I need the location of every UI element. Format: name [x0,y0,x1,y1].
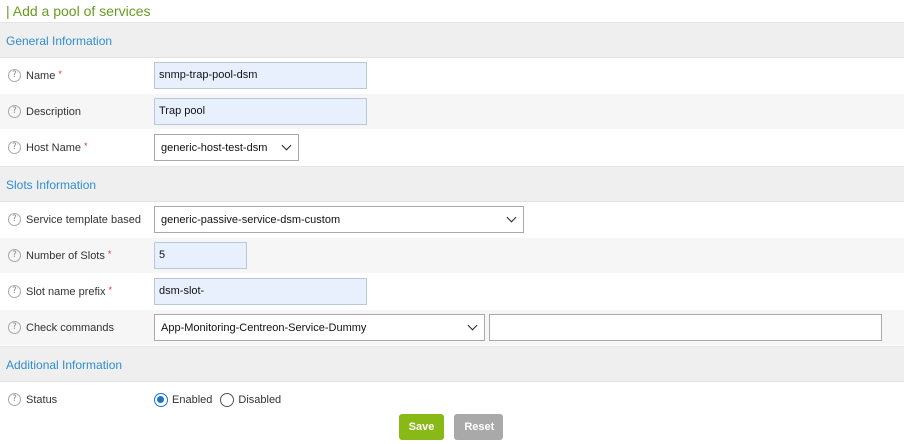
description-input[interactable]: Trap pool [154,98,367,125]
required-marker: * [108,284,112,295]
save-button[interactable]: Save [398,414,445,440]
name-label: Name [26,69,56,82]
check-commands-label: Check commands [26,321,115,334]
status-enabled-label[interactable]: Enabled [172,394,212,406]
pool-form: General Information ? Name * snmp-trap-p… [0,22,904,418]
row-status: ? Status Enabled Disabled [0,382,904,418]
row-name: ? Name * snmp-trap-pool-dsm [0,58,904,94]
row-service-template: ? Service template based generic-passive… [0,202,904,238]
section-general-information: General Information [0,22,904,58]
row-check-commands: ? Check commands App-Monitoring-Centreon… [0,310,904,346]
check-command-args-input[interactable] [489,314,882,341]
name-input[interactable]: snmp-trap-pool-dsm [154,62,367,89]
help-icon[interactable]: ? [8,213,21,226]
number-of-slots-label: Number of Slots [26,249,105,262]
reset-button[interactable]: Reset [454,414,504,440]
check-commands-select-value: App-Monitoring-Centreon-Service-Dummy [161,321,367,334]
number-of-slots-input[interactable]: 5 [154,242,247,269]
row-number-of-slots: ? Number of Slots * 5 [0,238,904,274]
host-name-label: Host Name [26,141,82,154]
slot-name-prefix-label: Slot name prefix [26,285,106,298]
help-icon[interactable]: ? [8,141,21,154]
chevron-down-icon [467,320,478,331]
host-name-select[interactable]: generic-host-test-dsm [154,134,299,161]
row-slot-name-prefix: ? Slot name prefix * dsm-slot- [0,274,904,310]
status-disabled-radio[interactable] [220,392,235,407]
status-label: Status [26,393,58,406]
help-icon[interactable]: ? [8,105,21,118]
help-icon[interactable]: ? [8,285,21,298]
chevron-down-icon [281,140,292,151]
help-icon[interactable]: ? [8,321,21,334]
service-template-select-value: generic-passive-service-dsm-custom [161,213,341,226]
row-host-name: ? Host Name * generic-host-test-dsm [0,130,904,166]
service-template-label: Service template based [26,213,141,226]
slot-name-prefix-input[interactable]: dsm-slot- [154,278,367,305]
service-template-select[interactable]: generic-passive-service-dsm-custom [154,206,524,233]
required-marker: * [84,140,88,151]
page-title: | Add a pool of services [6,3,151,19]
help-icon[interactable]: ? [8,393,21,406]
help-icon[interactable]: ? [8,249,21,262]
required-marker: * [107,248,112,259]
row-description: ? Description Trap pool [0,94,904,130]
check-commands-select[interactable]: App-Monitoring-Centreon-Service-Dummy [154,314,485,341]
chevron-down-icon [506,212,517,223]
host-name-select-value: generic-host-test-dsm [161,141,268,154]
form-actions: Save Reset [0,414,910,440]
description-label: Description [26,105,82,118]
section-slots-information: Slots Information [0,166,904,202]
section-additional-information: Additional Information [0,346,904,382]
status-enabled-radio[interactable] [154,392,168,407]
status-disabled-label[interactable]: Disabled [238,394,281,406]
help-icon[interactable]: ? [8,69,21,82]
required-marker: * [58,68,62,79]
